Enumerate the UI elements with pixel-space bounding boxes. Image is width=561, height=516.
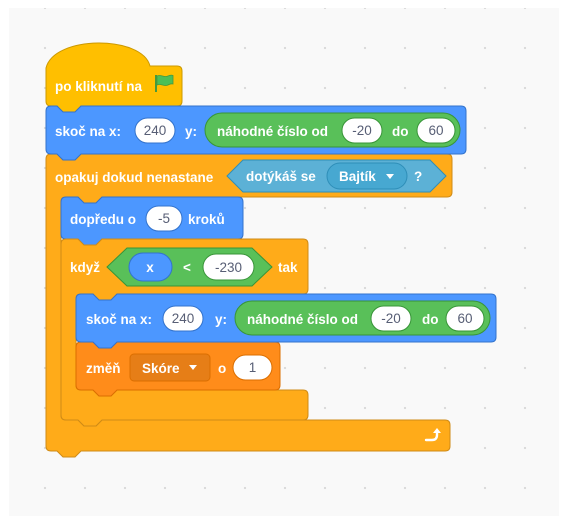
random1-to-label: do [392, 124, 409, 139]
if-label: když [70, 260, 100, 275]
random-number-reporter-1[interactable]: náhodné číslo od -20 do 60 [204, 112, 461, 148]
variable-dropdown[interactable]: Skóre [129, 353, 211, 382]
random1-label: náhodné číslo od [217, 124, 328, 139]
then-label: tak [278, 260, 298, 275]
goto2-y-label: y: [215, 312, 227, 327]
go-to-xy-block-2[interactable]: skoč na x: 240 y: náhodné číslo od -20 d… [75, 293, 497, 349]
touching-question-mark: ? [414, 169, 422, 184]
change-amount-value: 1 [249, 360, 257, 375]
touching-target-dropdown[interactable]: Bajtík [326, 162, 408, 190]
change-label: změň [86, 361, 121, 376]
script-canvas: po kliknutí na opakuj dokud nenastane do… [45, 42, 497, 458]
compare-value: -230 [215, 260, 242, 275]
code-workspace[interactable]: po kliknutí na opakuj dokud nenastane do… [9, 8, 559, 516]
change-variable-block[interactable]: změň Skóre o 1 [75, 341, 281, 397]
random1-from-value: -20 [352, 123, 372, 138]
go-to-xy-block-1[interactable]: skoč na x: 240 y: náhodné číslo od -20 d… [45, 105, 467, 161]
change-by-label: o [218, 361, 226, 376]
random2-to-label: do [422, 312, 439, 327]
move-steps-block[interactable]: dopředu o -5 kroků [60, 196, 244, 246]
random-number-reporter-2[interactable]: náhodné číslo od -20 do 60 [234, 300, 491, 336]
goto1-label: skoč na x: [55, 124, 121, 139]
less-than-operator[interactable]: x < -230 [106, 247, 273, 287]
goto1-y-label: y: [185, 124, 197, 139]
x-position-label: x [146, 260, 154, 275]
hat-label: po kliknutí na [55, 79, 142, 94]
less-than-symbol: < [183, 260, 191, 275]
when-flag-clicked-block[interactable]: po kliknutí na [45, 42, 183, 113]
goto2-x-value: 240 [172, 311, 195, 326]
move-suffix: kroků [188, 212, 225, 227]
random2-from-value: -20 [381, 311, 401, 326]
goto1-x-value: 240 [144, 123, 167, 138]
touching-sprite-condition[interactable]: dotýkáš se Bajtík ? [226, 159, 447, 193]
touching-label: dotýkáš se [246, 169, 316, 184]
random2-to-value: 60 [457, 311, 472, 326]
move-label: dopředu o [70, 212, 136, 227]
touching-target-value: Bajtík [339, 169, 376, 184]
random2-label: náhodné číslo od [247, 312, 358, 327]
steps-value: -5 [158, 211, 170, 226]
repeat-until-label: opakuj dokud nenastane [55, 170, 214, 185]
variable-name: Skóre [142, 361, 180, 376]
goto2-label: skoč na x: [86, 312, 152, 327]
random1-to-value: 60 [428, 123, 443, 138]
